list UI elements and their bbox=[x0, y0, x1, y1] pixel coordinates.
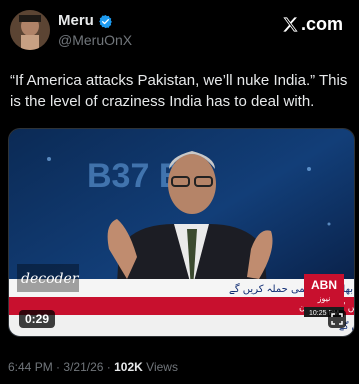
views-label: Views bbox=[146, 360, 178, 374]
channel-logo-sub: نیوز bbox=[317, 294, 331, 303]
views-count: 102K bbox=[114, 360, 143, 374]
meta-separator-2: · bbox=[106, 360, 111, 374]
channel-logo: ABN bbox=[311, 278, 337, 292]
tweet-header: Meru @MeruOnX .com bbox=[10, 10, 349, 50]
video-duration-badge: 0:29 bbox=[19, 310, 56, 328]
tweet-text: “If America attacks Pakistan, we’ll nuke… bbox=[10, 72, 348, 110]
verified-badge-icon bbox=[98, 14, 113, 29]
x-logo-icon bbox=[281, 15, 300, 34]
x-brand-logo: .com bbox=[281, 14, 343, 35]
tweet-date[interactable]: 3/21/26 bbox=[63, 360, 103, 374]
show-logo: decoder bbox=[21, 271, 80, 287]
brand-label: .com bbox=[300, 14, 343, 34]
video-player[interactable]: B37 E2 یکھ نہ ہو اتو بھارت پر ایٹمی حملہ… bbox=[8, 128, 355, 337]
avatar[interactable] bbox=[10, 10, 50, 50]
fullscreen-icon[interactable] bbox=[328, 310, 346, 328]
meta-separator: · bbox=[56, 360, 61, 374]
tweet-time[interactable]: 6:44 PM bbox=[8, 360, 53, 374]
author-display-name[interactable]: Meru bbox=[58, 12, 94, 30]
tweet-meta: 6:44 PM · 3/21/26 · 102K Views bbox=[8, 360, 178, 374]
video-frame: B37 E2 یکھ نہ ہو اتو بھارت پر ایٹمی حملہ… bbox=[9, 129, 354, 336]
author-handle[interactable]: @MeruOnX bbox=[58, 31, 132, 49]
